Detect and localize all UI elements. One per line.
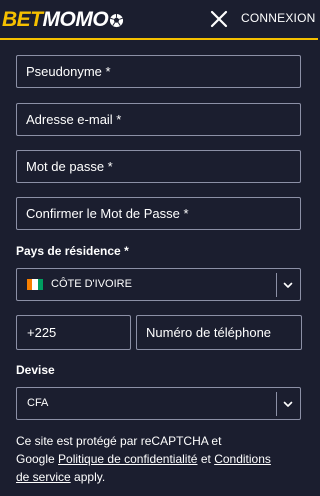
confirm-password-input[interactable]: Confirmer le Mot de Passe * — [16, 197, 301, 230]
logo-bet-text: BET — [2, 8, 43, 31]
recaptcha-and-text: et — [200, 452, 211, 466]
betmomo-logo[interactable]: BET MOMO — [2, 8, 124, 32]
country-select[interactable]: CÔTE D'IVOIRE — [16, 268, 301, 301]
currency-value: CFA — [27, 397, 49, 409]
currency-label: Devise — [16, 363, 55, 377]
connexion-link[interactable]: CONNEXION — [241, 11, 315, 25]
terms-link-part-1[interactable]: Conditions — [214, 452, 271, 466]
recaptcha-google-text: Google — [16, 452, 55, 466]
top-header: BET MOMO CONNEXION — [0, 0, 318, 40]
recaptcha-line-1: Ce site est protégé par reCAPTCHA et — [16, 434, 222, 448]
password-placeholder: Mot de passe * — [26, 159, 113, 174]
privacy-policy-link[interactable]: Politique de confidentialité — [58, 452, 197, 466]
terms-link-part-2[interactable]: de service — [16, 470, 71, 484]
close-icon[interactable] — [210, 10, 228, 28]
phone-code-input[interactable]: +225 — [16, 315, 131, 350]
confirm-password-placeholder: Confirmer le Mot de Passe * — [26, 206, 189, 221]
password-input[interactable]: Mot de passe * — [16, 150, 301, 183]
logo-momo-text: MOMO — [42, 8, 109, 31]
country-label: Pays de résidence * — [16, 244, 129, 258]
recaptcha-apply-text: apply. — [74, 470, 106, 484]
select-divider — [276, 273, 277, 297]
recaptcha-notice: Ce site est protégé par reCAPTCHA et Goo… — [16, 432, 306, 486]
soccer-ball-icon — [110, 13, 124, 27]
pseudonyme-input[interactable]: Pseudonyme * — [16, 55, 301, 88]
phone-code-value: +225 — [27, 325, 57, 340]
email-placeholder: Adresse e-mail * — [26, 112, 122, 127]
phone-number-placeholder: Numéro de téléphone — [146, 325, 272, 340]
select-divider — [276, 392, 277, 416]
country-value: CÔTE D'IVOIRE — [51, 278, 132, 290]
phone-number-input[interactable]: Numéro de téléphone — [136, 315, 302, 350]
currency-select[interactable]: CFA — [16, 387, 301, 420]
pseudonyme-placeholder: Pseudonyme * — [26, 64, 111, 79]
email-input[interactable]: Adresse e-mail * — [16, 103, 301, 136]
chevron-down-icon[interactable] — [282, 398, 294, 410]
ivory-coast-flag-icon — [27, 279, 43, 290]
chevron-down-icon[interactable] — [282, 279, 294, 291]
